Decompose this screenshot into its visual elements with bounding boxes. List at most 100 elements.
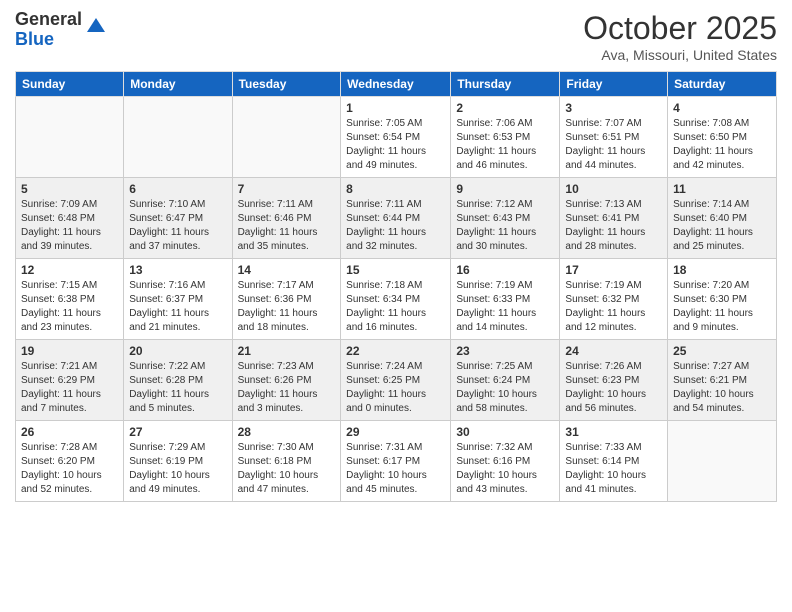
month-title: October 2025 (583, 10, 777, 47)
day-number: 8 (346, 182, 445, 196)
day-number: 21 (238, 344, 336, 358)
day-number: 18 (673, 263, 771, 277)
logo-general: General (15, 10, 82, 30)
day-number: 15 (346, 263, 445, 277)
day-number: 31 (565, 425, 662, 439)
calendar-week-row: 5Sunrise: 7:09 AM Sunset: 6:48 PM Daylig… (16, 178, 777, 259)
day-number: 14 (238, 263, 336, 277)
table-row: 9 Sunrise: 7:12 AM Sunset: 6:43 PM Daylig… (451, 178, 560, 259)
day-number: 7 (238, 182, 336, 196)
day-number: 16 (456, 263, 554, 277)
table-row (124, 97, 232, 178)
col-tuesday: Tuesday (232, 72, 341, 97)
table-row: 25 Sunrise: 7:27 AM Sunset: 6:21 PM Dayli… (668, 340, 777, 421)
day-number: 4 (673, 101, 771, 115)
table-row: 1 Sunrise: 7:05 AM Sunset: 6:54 PM Daylig… (341, 97, 451, 178)
table-row: 2 Sunrise: 7:06 AM Sunset: 6:53 PM Daylig… (451, 97, 560, 178)
col-wednesday: Wednesday (341, 72, 451, 97)
day-info: Sunrise: 7:08 AM Sunset: 6:50 PM Dayligh… (673, 117, 771, 173)
logo: General Blue (15, 10, 107, 50)
table-row: 31Sunrise: 7:33 AM Sunset: 6:14 PM Dayli… (560, 421, 668, 502)
page-container: General Blue October 2025 Ava, Missouri,… (0, 0, 792, 512)
day-number: 30 (456, 425, 554, 439)
day-info: Sunrise: 7:31 AM Sunset: 6:17 PM Dayligh… (346, 441, 445, 497)
col-saturday: Saturday (668, 72, 777, 97)
table-row: 5Sunrise: 7:09 AM Sunset: 6:48 PM Daylig… (16, 178, 124, 259)
table-row: 8 Sunrise: 7:11 AM Sunset: 6:44 PM Daylig… (341, 178, 451, 259)
calendar-header-row: Sunday Monday Tuesday Wednesday Thursday… (16, 72, 777, 97)
col-sunday: Sunday (16, 72, 124, 97)
day-info: Sunrise: 7:19 AM Sunset: 6:33 PM Dayligh… (456, 279, 554, 335)
day-info: Sunrise: 7:11 AM Sunset: 6:44 PM Dayligh… (346, 198, 445, 254)
calendar-week-row: 12 Sunrise: 7:15 AM Sunset: 6:38 PM Dayli… (16, 259, 777, 340)
day-info: Sunrise: 7:18 AM Sunset: 6:34 PM Dayligh… (346, 279, 445, 335)
day-info: Sunrise: 7:14 AM Sunset: 6:40 PM Dayligh… (673, 198, 771, 254)
day-number: 19 (21, 344, 118, 358)
day-number: 29 (346, 425, 445, 439)
logo-arrow-icon (85, 14, 107, 36)
day-info: Sunrise: 7:10 AM Sunset: 6:47 PM Dayligh… (129, 198, 226, 254)
day-info: Sunrise: 7:27 AM Sunset: 6:21 PM Dayligh… (673, 360, 771, 416)
table-row: 21 Sunrise: 7:23 AM Sunset: 6:26 PM Dayli… (232, 340, 341, 421)
table-row: 26Sunrise: 7:28 AM Sunset: 6:20 PM Dayli… (16, 421, 124, 502)
table-row: 22 Sunrise: 7:24 AM Sunset: 6:25 PM Dayli… (341, 340, 451, 421)
calendar-week-row: 26Sunrise: 7:28 AM Sunset: 6:20 PM Dayli… (16, 421, 777, 502)
table-row: 10Sunrise: 7:13 AM Sunset: 6:41 PM Dayli… (560, 178, 668, 259)
day-number: 23 (456, 344, 554, 358)
day-number: 27 (129, 425, 226, 439)
table-row: 19 Sunrise: 7:21 AM Sunset: 6:29 PM Dayli… (16, 340, 124, 421)
day-info: Sunrise: 7:23 AM Sunset: 6:26 PM Dayligh… (238, 360, 336, 416)
table-row: 13Sunrise: 7:16 AM Sunset: 6:37 PM Dayli… (124, 259, 232, 340)
day-info: Sunrise: 7:22 AM Sunset: 6:28 PM Dayligh… (129, 360, 226, 416)
calendar-table: Sunday Monday Tuesday Wednesday Thursday… (15, 71, 777, 502)
header: General Blue October 2025 Ava, Missouri,… (15, 10, 777, 63)
day-info: Sunrise: 7:28 AM Sunset: 6:20 PM Dayligh… (21, 441, 118, 497)
location: Ava, Missouri, United States (583, 47, 777, 63)
col-friday: Friday (560, 72, 668, 97)
table-row: 7 Sunrise: 7:11 AM Sunset: 6:46 PM Daylig… (232, 178, 341, 259)
day-info: Sunrise: 7:26 AM Sunset: 6:23 PM Dayligh… (565, 360, 662, 416)
day-number: 17 (565, 263, 662, 277)
col-thursday: Thursday (451, 72, 560, 97)
day-info: Sunrise: 7:15 AM Sunset: 6:38 PM Dayligh… (21, 279, 118, 335)
table-row: 18 Sunrise: 7:20 AM Sunset: 6:30 PM Dayli… (668, 259, 777, 340)
table-row: 20Sunrise: 7:22 AM Sunset: 6:28 PM Dayli… (124, 340, 232, 421)
day-info: Sunrise: 7:11 AM Sunset: 6:46 PM Dayligh… (238, 198, 336, 254)
table-row: 12 Sunrise: 7:15 AM Sunset: 6:38 PM Dayli… (16, 259, 124, 340)
day-number: 10 (565, 182, 662, 196)
calendar-week-row: 19 Sunrise: 7:21 AM Sunset: 6:29 PM Dayli… (16, 340, 777, 421)
day-number: 2 (456, 101, 554, 115)
day-info: Sunrise: 7:09 AM Sunset: 6:48 PM Dayligh… (21, 198, 118, 254)
day-number: 22 (346, 344, 445, 358)
day-info: Sunrise: 7:30 AM Sunset: 6:18 PM Dayligh… (238, 441, 336, 497)
table-row: 24 Sunrise: 7:26 AM Sunset: 6:23 PM Dayli… (560, 340, 668, 421)
day-number: 12 (21, 263, 118, 277)
table-row (232, 97, 341, 178)
day-info: Sunrise: 7:05 AM Sunset: 6:54 PM Dayligh… (346, 117, 445, 173)
table-row: 28 Sunrise: 7:30 AM Sunset: 6:18 PM Dayli… (232, 421, 341, 502)
day-number: 9 (456, 182, 554, 196)
day-number: 11 (673, 182, 771, 196)
logo-blue: Blue (15, 30, 82, 50)
day-info: Sunrise: 7:20 AM Sunset: 6:30 PM Dayligh… (673, 279, 771, 335)
day-number: 13 (129, 263, 226, 277)
day-info: Sunrise: 7:19 AM Sunset: 6:32 PM Dayligh… (565, 279, 662, 335)
day-info: Sunrise: 7:21 AM Sunset: 6:29 PM Dayligh… (21, 360, 118, 416)
day-number: 28 (238, 425, 336, 439)
table-row: 6Sunrise: 7:10 AM Sunset: 6:47 PM Daylig… (124, 178, 232, 259)
table-row: 11 Sunrise: 7:14 AM Sunset: 6:40 PM Dayli… (668, 178, 777, 259)
table-row: 30Sunrise: 7:32 AM Sunset: 6:16 PM Dayli… (451, 421, 560, 502)
title-block: October 2025 Ava, Missouri, United State… (583, 10, 777, 63)
table-row: 23Sunrise: 7:25 AM Sunset: 6:24 PM Dayli… (451, 340, 560, 421)
day-number: 25 (673, 344, 771, 358)
table-row: 16 Sunrise: 7:19 AM Sunset: 6:33 PM Dayli… (451, 259, 560, 340)
table-row (668, 421, 777, 502)
day-info: Sunrise: 7:17 AM Sunset: 6:36 PM Dayligh… (238, 279, 336, 335)
day-info: Sunrise: 7:12 AM Sunset: 6:43 PM Dayligh… (456, 198, 554, 254)
col-monday: Monday (124, 72, 232, 97)
day-info: Sunrise: 7:06 AM Sunset: 6:53 PM Dayligh… (456, 117, 554, 173)
day-number: 1 (346, 101, 445, 115)
table-row: 29 Sunrise: 7:31 AM Sunset: 6:17 PM Dayli… (341, 421, 451, 502)
day-info: Sunrise: 7:24 AM Sunset: 6:25 PM Dayligh… (346, 360, 445, 416)
day-number: 24 (565, 344, 662, 358)
